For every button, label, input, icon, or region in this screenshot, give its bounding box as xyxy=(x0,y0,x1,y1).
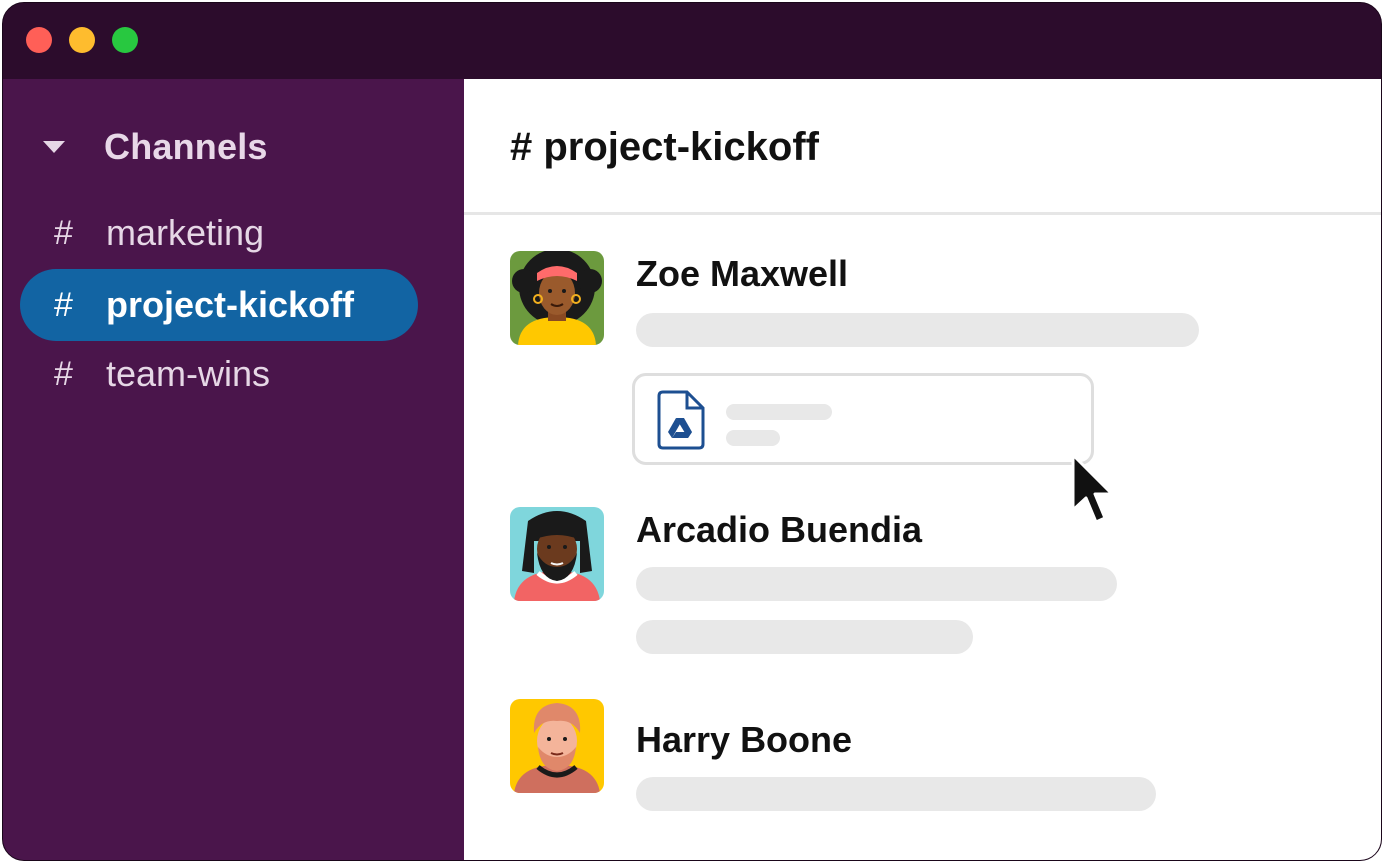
channel-title[interactable]: # project-kickoff xyxy=(510,125,819,170)
sidebar: Channels # marketing # project-kickoff #… xyxy=(3,79,464,860)
channel-hash-icon: # xyxy=(54,354,73,393)
channel-label: project-kickoff xyxy=(106,284,355,325)
mouse-pointer-icon xyxy=(1071,453,1114,524)
minimize-window-button[interactable] xyxy=(69,27,95,53)
google-drive-file-icon xyxy=(657,390,705,450)
message-item: Harry Boone xyxy=(510,699,1370,819)
channels-section-header[interactable]: Channels xyxy=(43,125,268,169)
channel-header: # project-kickoff xyxy=(464,79,1381,215)
title-bar xyxy=(3,3,1381,79)
message-text-placeholder xyxy=(636,777,1156,811)
channel-hash-icon: # xyxy=(54,285,73,324)
avatar-arcadio[interactable] xyxy=(510,507,604,601)
message-text-placeholder xyxy=(636,313,1199,347)
avatar-zoe[interactable] xyxy=(510,251,604,345)
channel-label: marketing xyxy=(106,212,265,253)
channel-view: # project-kickoff Zoe Maxwell Arcadio Bu… xyxy=(464,79,1381,860)
channel-hash-icon: # xyxy=(54,213,73,252)
message-author[interactable]: Zoe Maxwell xyxy=(636,253,848,295)
file-name-placeholder xyxy=(726,404,832,420)
avatar-harry[interactable] xyxy=(510,699,604,793)
message-author[interactable]: Harry Boone xyxy=(636,719,852,761)
file-meta-placeholder xyxy=(726,430,780,446)
close-window-button[interactable] xyxy=(26,27,52,53)
sidebar-item-project-kickoff[interactable]: # project-kickoff xyxy=(20,269,418,341)
channel-label: team-wins xyxy=(106,353,271,394)
file-attachment-card[interactable] xyxy=(632,373,1094,465)
message-text-placeholder xyxy=(636,620,973,654)
channels-section-title: Channels xyxy=(104,126,268,167)
caret-down-icon[interactable] xyxy=(43,141,65,153)
sidebar-item-team-wins[interactable]: # team-wins xyxy=(20,338,418,410)
sidebar-item-marketing[interactable]: # marketing xyxy=(20,197,418,269)
message-item: Arcadio Buendia xyxy=(510,507,1370,657)
app-window: Channels # marketing # project-kickoff #… xyxy=(2,2,1382,861)
message-text-placeholder xyxy=(636,567,1117,601)
zoom-window-button[interactable] xyxy=(112,27,138,53)
message-author[interactable]: Arcadio Buendia xyxy=(636,509,922,551)
